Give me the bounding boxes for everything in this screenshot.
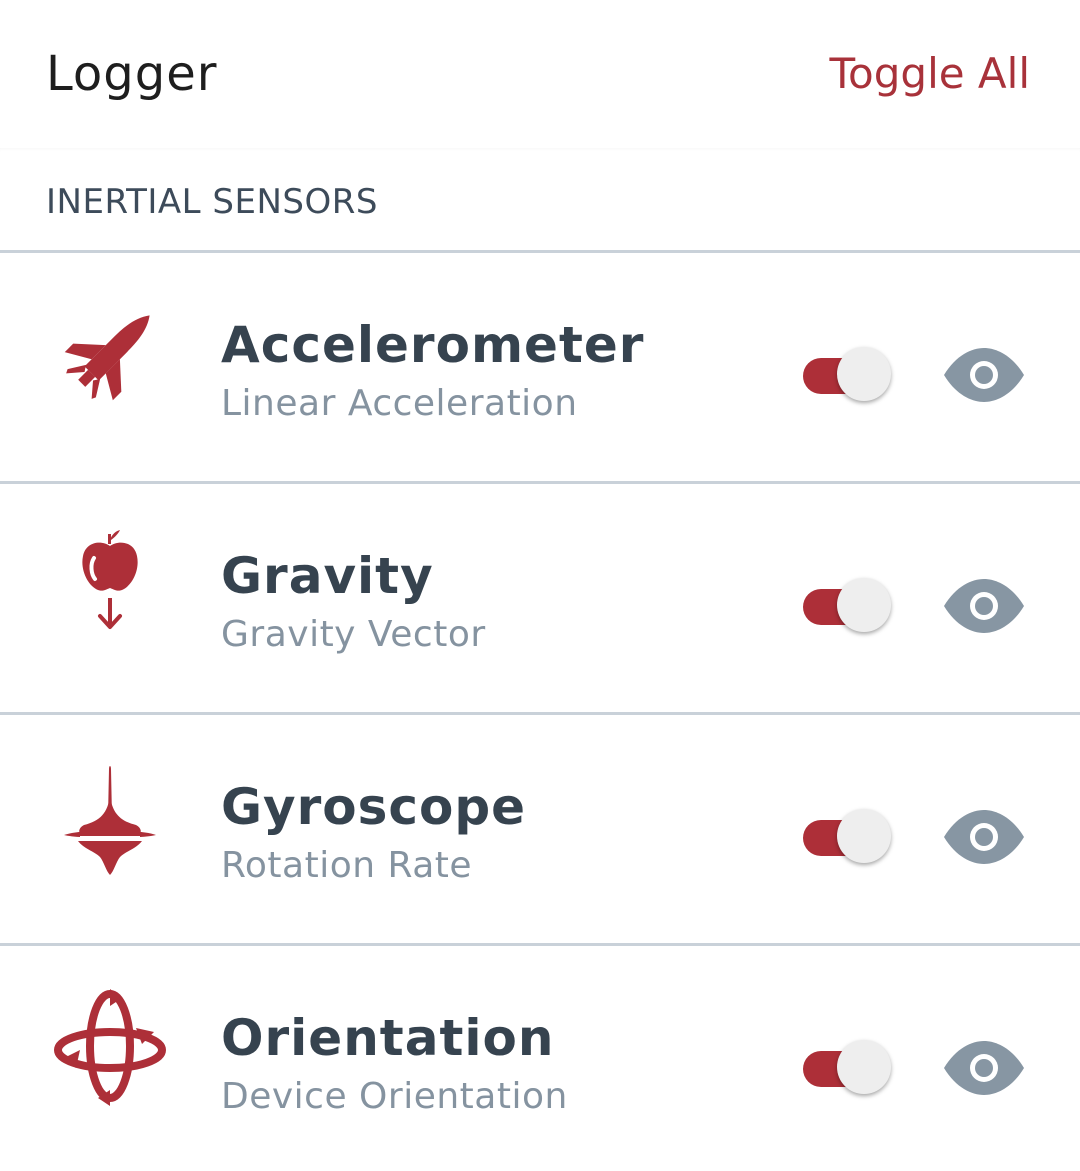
section-label-inertial-sensors: INERTIAL SENSORS — [46, 182, 378, 222]
enable-toggle[interactable] — [803, 345, 895, 405]
toggle-all-button[interactable]: Toggle All — [830, 46, 1030, 102]
eye-icon[interactable] — [942, 809, 1026, 865]
app-header: Logger Toggle All — [0, 0, 1080, 148]
sensor-subtitle: Linear Acceleration — [221, 383, 578, 424]
page-title: Logger — [46, 46, 218, 102]
enable-toggle[interactable] — [803, 576, 895, 636]
toggle-thumb — [837, 1040, 891, 1094]
sensor-subtitle: Rotation Rate — [221, 845, 473, 886]
logger-screen: Logger Toggle All INERTIAL SENSORS Accel… — [0, 0, 1080, 1171]
enable-toggle[interactable] — [803, 807, 895, 867]
sensor-row-gravity[interactable]: Gravity Gravity Vector — [0, 484, 1080, 712]
sensor-title: Gravity — [221, 547, 434, 605]
rocket-icon — [50, 293, 170, 413]
sensor-subtitle: Device Orientation — [221, 1076, 568, 1117]
rotation-icon — [50, 986, 170, 1106]
sensor-title: Gyroscope — [221, 778, 527, 836]
toggle-thumb — [837, 809, 891, 863]
toggle-thumb — [837, 578, 891, 632]
sensor-row-orientation[interactable]: Orientation Device Orientation — [0, 946, 1080, 1171]
sensor-row-accelerometer[interactable]: Accelerometer Linear Acceleration — [0, 253, 1080, 481]
apple-gravity-icon — [50, 524, 170, 644]
enable-toggle[interactable] — [803, 1038, 895, 1098]
toggle-thumb — [837, 347, 891, 401]
eye-icon[interactable] — [942, 578, 1026, 634]
eye-icon[interactable] — [942, 1040, 1026, 1096]
eye-icon[interactable] — [942, 347, 1026, 403]
sensor-subtitle: Gravity Vector — [221, 614, 486, 655]
spinning-top-icon — [50, 755, 170, 875]
sensor-row-gyroscope[interactable]: Gyroscope Rotation Rate — [0, 715, 1080, 943]
sensor-title: Accelerometer — [221, 316, 645, 374]
sensor-title: Orientation — [221, 1009, 555, 1067]
